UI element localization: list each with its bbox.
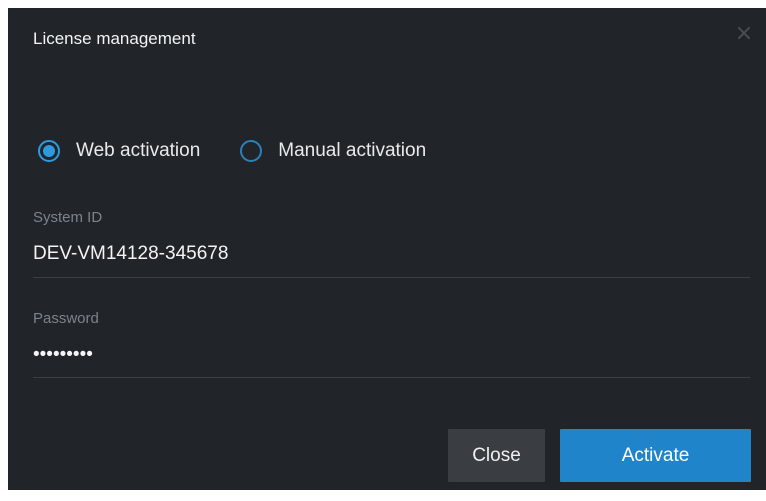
- system-id-underline: [33, 277, 750, 278]
- radio-label-web-activation: Web activation: [76, 140, 201, 161]
- activate-button[interactable]: Activate: [560, 429, 751, 482]
- password-underline: [33, 377, 750, 378]
- radio-web-activation[interactable]: Web activation: [38, 140, 200, 162]
- close-button[interactable]: Close: [448, 429, 545, 482]
- radio-manual-activation[interactable]: Manual activation: [240, 140, 426, 162]
- radio-checked-icon[interactable]: [38, 140, 60, 162]
- radio-unchecked-icon[interactable]: [240, 140, 263, 162]
- system-id-label: System ID: [33, 209, 103, 226]
- password-input[interactable]: [33, 342, 750, 368]
- dialog-title: License management: [33, 29, 196, 48]
- password-label: Password: [33, 310, 99, 327]
- license-management-dialog: License management × Web activation Manu…: [8, 8, 766, 490]
- activation-method-radio-group: Web activation Manual activation: [38, 136, 466, 166]
- system-id-input[interactable]: [33, 242, 750, 266]
- close-icon[interactable]: ×: [734, 23, 754, 45]
- radio-label-manual-activation: Manual activation: [278, 140, 427, 161]
